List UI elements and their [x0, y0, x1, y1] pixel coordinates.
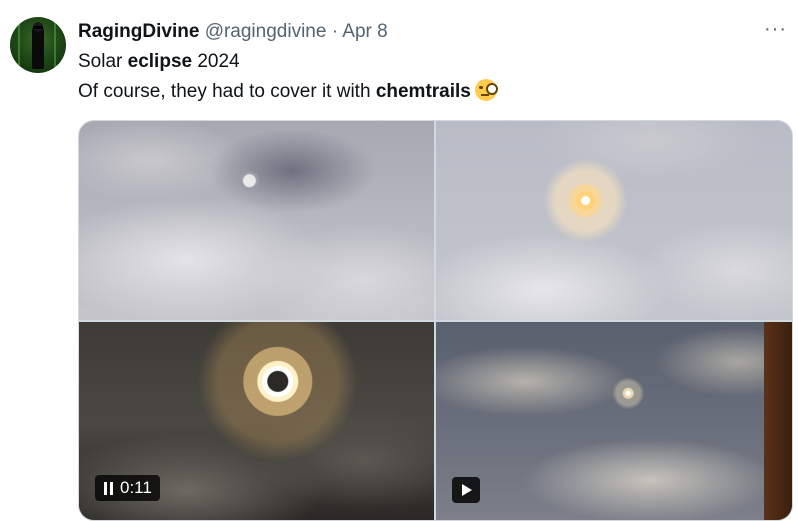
- pause-icon: [103, 481, 114, 495]
- tweet-header: RagingDivine @ragingdivine · Apr 8: [78, 20, 388, 44]
- text-bold-segment: eclipse: [127, 51, 193, 72]
- window-frame-edge: [764, 322, 792, 520]
- play-icon: [462, 484, 472, 496]
- avatar-sunglasses: [33, 26, 43, 29]
- author-handle[interactable]: @ragingdivine: [205, 21, 327, 42]
- avatar-decoration: [54, 17, 56, 73]
- video-duration: 0:11: [120, 478, 152, 497]
- media-grid: 0:11: [78, 120, 793, 521]
- face-with-monocle-icon: [474, 79, 498, 101]
- media-photo-1[interactable]: [79, 121, 434, 320]
- text-bold-segment: chemtrails: [375, 81, 471, 102]
- more-options-icon[interactable]: ···: [764, 18, 787, 41]
- text-segment: Solar: [78, 51, 128, 72]
- header-separator: ·: [331, 21, 339, 42]
- tweet-date[interactable]: Apr 8: [342, 21, 387, 42]
- tweet-text-line-2: Of course, they had to cover it with che…: [78, 79, 498, 104]
- text-segment: Of course, they had to cover it with: [78, 81, 376, 102]
- author-avatar[interactable]: [10, 17, 66, 73]
- text-segment: 2024: [192, 51, 240, 72]
- video-pause-control[interactable]: 0:11: [95, 475, 160, 501]
- play-button[interactable]: [452, 477, 480, 503]
- author-name[interactable]: RagingDivine: [78, 21, 199, 42]
- avatar-decoration: [18, 17, 20, 73]
- media-video-2[interactable]: [436, 322, 792, 520]
- tweet-text-line-1: Solar eclipse 2024: [78, 50, 240, 74]
- media-photo-2[interactable]: [436, 121, 792, 320]
